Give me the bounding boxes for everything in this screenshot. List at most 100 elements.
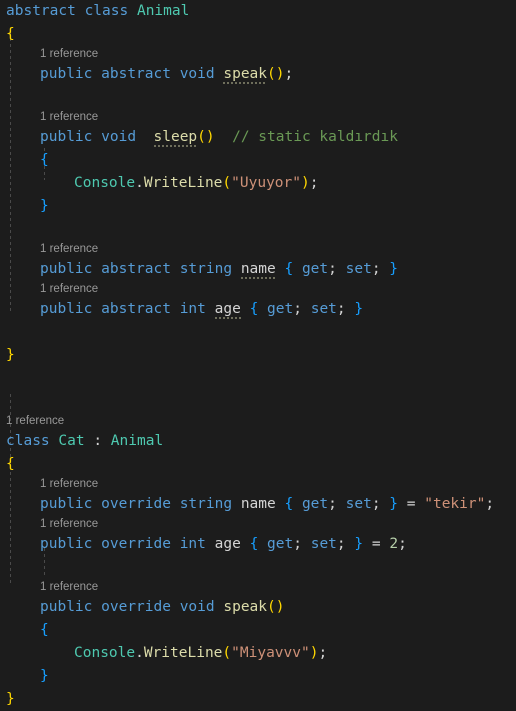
keyword-abstract: abstract [6,3,76,19]
code-editor-surface[interactable]: abstract class Animal { 1 reference publ… [0,0,516,707]
codelens-label[interactable]: 1 reference [40,283,98,295]
codelens-name-abstract[interactable]: 1 reference [0,241,516,258]
code-line-class-animal-decl[interactable]: abstract class Animal [0,0,516,23]
brace-close-accessor: } [389,261,399,277]
keyword-void: void [179,599,215,615]
codelens-age-abstract[interactable]: 1 reference [0,281,516,298]
code-line-speak-writeline[interactable]: Console.WriteLine("Miyavvv"); [0,642,516,665]
code-line-blank[interactable] [0,321,516,344]
brace-open-sleep: { [40,152,49,168]
string-literal-miyavvv: "Miyavvv" [231,645,310,661]
brace-close-accessor: } [354,301,364,317]
codelens-label[interactable]: 1 reference [40,518,98,530]
keyword-void: void [101,129,137,145]
paren-close: ) [301,175,310,191]
semicolon: ; [371,261,381,277]
brace-open-accessor: { [284,261,294,277]
codelens-class-cat[interactable]: 1 reference [0,413,516,430]
brace-open-cat: { [6,456,15,472]
property-name-age: age [214,536,241,552]
brace-open-animal: { [6,26,15,42]
keyword-class: class [84,3,129,19]
codelens-label[interactable]: 1 reference [40,243,98,255]
codelens-label[interactable]: 1 reference [40,48,98,60]
paren-open: ( [267,599,276,615]
brace-close-sleep: } [40,198,49,214]
method-name-writeline: WriteLine [143,645,223,661]
paren-open: ( [222,645,232,661]
code-line-blank[interactable] [0,556,516,579]
code-line-animal-open-brace[interactable]: { [0,23,516,46]
code-line-cat-close-brace[interactable]: } [0,688,516,711]
equals-operator: = [371,536,381,552]
code-line-sleep-open-brace[interactable]: { [0,149,516,172]
codelens-name-override[interactable]: 1 reference [0,476,516,493]
codelens-label[interactable]: 1 reference [40,581,98,593]
brace-close-speak: } [40,668,49,684]
codelens-speak-override[interactable]: 1 reference [0,579,516,596]
keyword-string: string [179,496,233,512]
codelens-sleep[interactable]: 1 reference [0,109,516,126]
semicolon: ; [284,66,294,82]
brace-open-accessor: { [249,301,259,317]
keyword-get: get [267,536,294,552]
method-name-sleep: sleep [153,129,198,145]
brace-open-accessor: { [249,536,259,552]
keyword-public: public [40,301,93,317]
brace-open-speak: { [40,622,49,638]
property-name-name: name [240,261,276,277]
semicolon: ; [328,496,337,512]
keyword-abstract: abstract [101,301,171,317]
code-line-abstract-speak[interactable]: public abstract void speak(); [0,63,516,86]
comment-static-kaldirdik: // static kaldırdık [232,129,398,145]
paren-open: ( [197,129,206,145]
keyword-public: public [40,261,93,277]
code-line-override-prop-age[interactable]: public override int age { get; set; } = … [0,533,516,556]
keyword-public: public [40,496,93,512]
code-line-class-cat-decl[interactable]: class Cat : Animal [0,430,516,453]
type-name-animal: Animal [136,3,190,19]
code-line-blank[interactable] [0,367,516,390]
keyword-override: override [101,599,171,615]
codelens-age-override[interactable]: 1 reference [0,516,516,533]
type-name-cat: Cat [58,433,85,449]
code-line-blank[interactable] [0,218,516,241]
semicolon: ; [336,301,346,317]
keyword-string: string [179,261,233,277]
code-line-override-prop-name[interactable]: public override string name { get; set; … [0,493,516,516]
semicolon: ; [328,261,337,277]
keyword-get: get [301,496,329,512]
keyword-set: set [345,261,372,277]
codelens-label[interactable]: 1 reference [40,111,98,123]
code-line-sleep-writeline[interactable]: Console.WriteLine("Uyuyor"); [0,172,516,195]
code-line-speak-close-brace[interactable]: } [0,665,516,688]
keyword-int: int [179,301,206,317]
semicolon: ; [485,496,495,512]
code-line-blank[interactable] [0,86,516,109]
codelens-label[interactable]: 1 reference [6,415,64,427]
code-line-abstract-prop-age[interactable]: public abstract int age { get; set; } [0,298,516,321]
brace-open-accessor: { [284,496,294,512]
brace-close-animal: } [6,347,15,363]
code-line-sleep-close-brace[interactable]: } [0,195,516,218]
code-line-cat-open-brace[interactable]: { [0,453,516,476]
codelens-speak-abstract[interactable]: 1 reference [0,46,516,63]
property-name-name: name [240,496,276,512]
code-line-override-speak-decl[interactable]: public override void speak() [0,596,516,619]
code-line-abstract-prop-name[interactable]: public abstract string name { get; set; … [0,258,516,281]
keyword-override: override [101,536,171,552]
code-line-blank[interactable] [0,390,516,413]
brace-close-cat: } [6,691,15,707]
code-line-speak-open-brace[interactable]: { [0,619,516,642]
code-line-animal-close-brace[interactable]: } [0,344,516,367]
keyword-public: public [40,536,93,552]
semicolon: ; [398,536,407,552]
type-name-animal: Animal [110,433,164,449]
code-line-sleep-decl[interactable]: public void sleep() // static kaldırdık [0,126,516,149]
keyword-public: public [40,129,93,145]
type-name-console: Console [74,645,136,661]
keyword-abstract: abstract [101,66,171,82]
paren-close: ) [275,599,285,615]
keyword-get: get [301,261,329,277]
codelens-label[interactable]: 1 reference [40,478,98,490]
